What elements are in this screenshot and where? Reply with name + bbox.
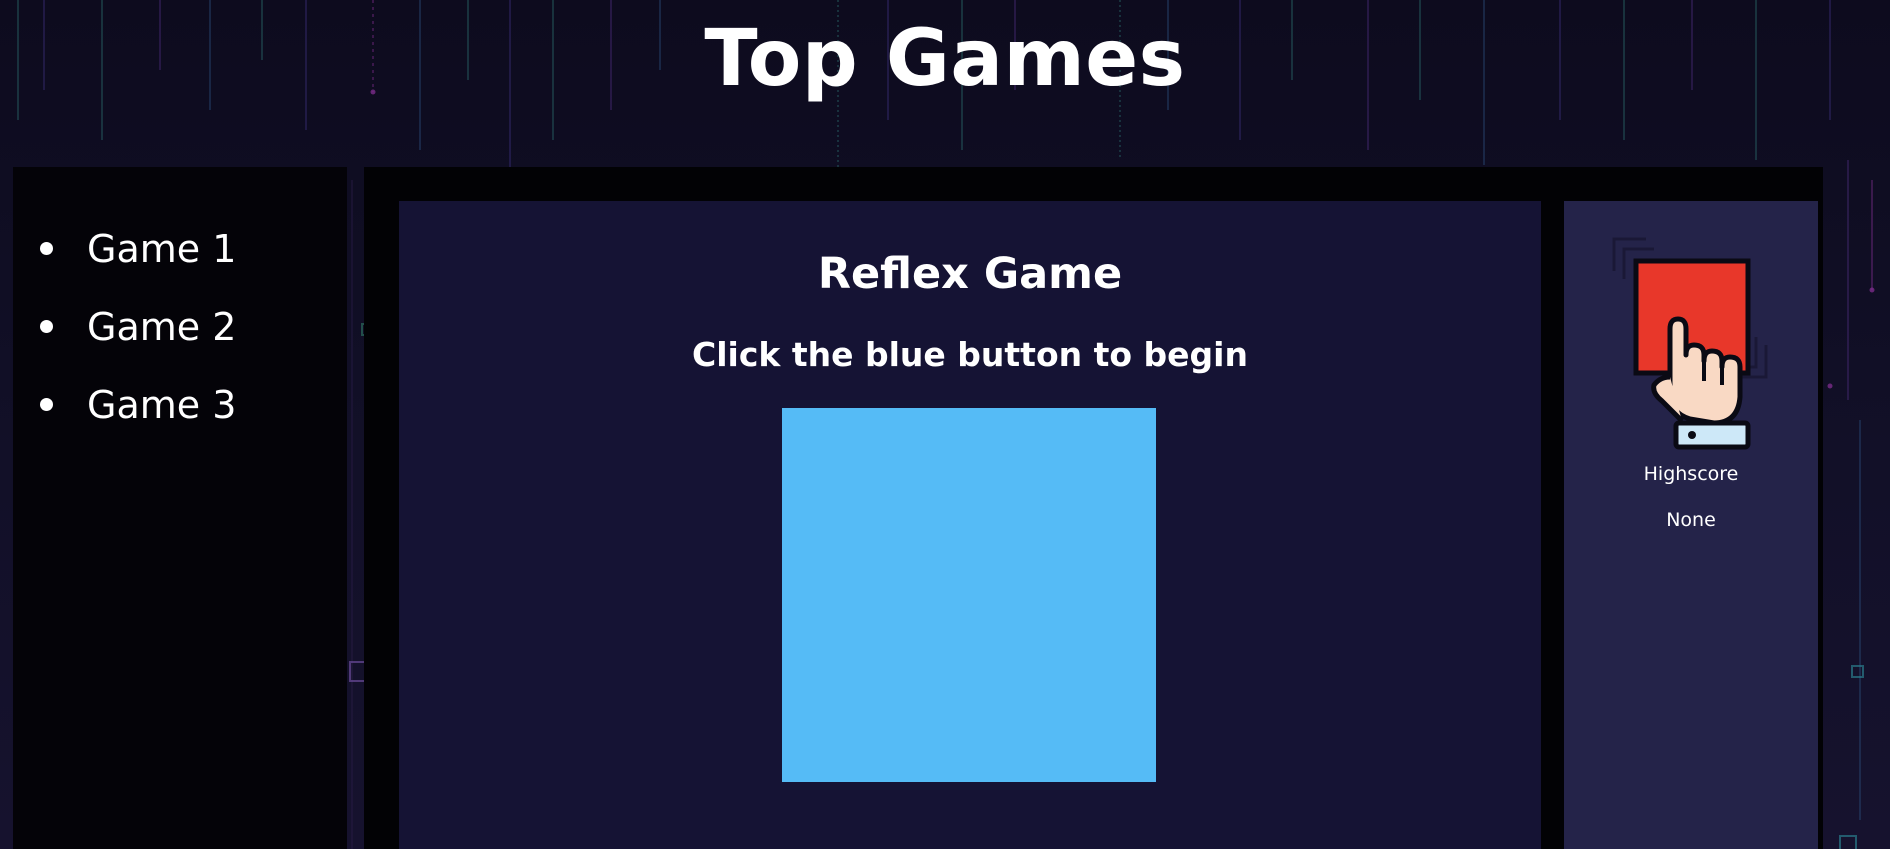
sidebar-item-label: Game 1 [87,227,237,271]
games-list: Game 1 Game 2 Game 3 [13,167,347,427]
list-bullet-icon [40,242,53,255]
start-game-button[interactable] [782,408,1156,782]
highscore-label: Highscore [1643,463,1739,485]
sidebar-item-label: Game 2 [87,305,237,349]
highscore-value: None [1666,509,1716,531]
game-title: Reflex Game [817,249,1123,299]
page-title: Top Games [704,14,1186,104]
sidebar-item-game-1[interactable]: Game 1 [13,227,347,271]
games-sidebar: Game 1 Game 2 Game 3 [13,167,347,849]
sidebar-item-game-2[interactable]: Game 2 [13,305,347,349]
sidebar-item-game-3[interactable]: Game 3 [13,383,347,427]
list-bullet-icon [40,398,53,411]
page: Top Games Game 1 Game 2 Game 3 Reflex Ga… [0,0,1890,849]
hand-pressing-button-icon [1612,237,1768,450]
game-instruction: Click the blue button to begin [692,335,1248,374]
sidebar-item-label: Game 3 [87,383,237,427]
game-panel: Reflex Game Click the blue button to beg… [399,201,1541,849]
list-bullet-icon [40,320,53,333]
score-panel: Highscore None [1564,201,1818,849]
